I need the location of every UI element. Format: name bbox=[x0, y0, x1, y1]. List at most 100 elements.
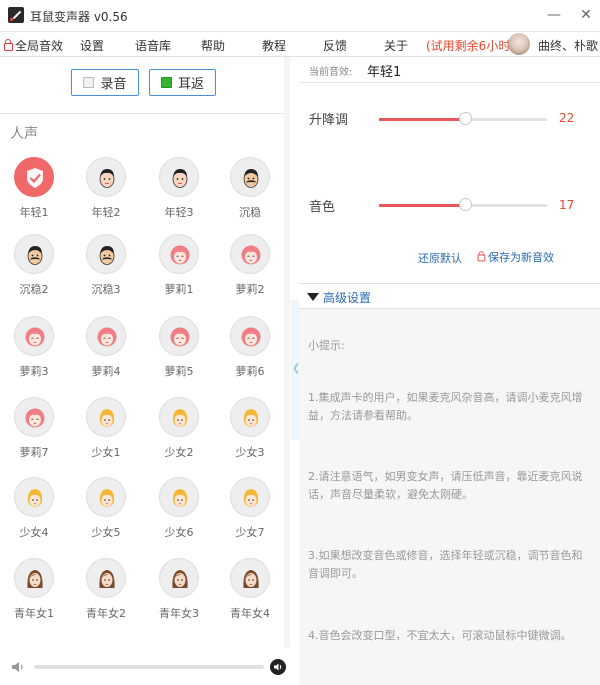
voice-item[interactable]: 萝莉1 bbox=[151, 234, 207, 297]
voice-name: 萝莉5 bbox=[164, 365, 194, 378]
menu-help[interactable]: 帮助 bbox=[201, 37, 225, 54]
voice-item[interactable]: 萝莉5 bbox=[151, 316, 207, 379]
timbre-label: 音色 bbox=[309, 200, 336, 215]
timbre-value: 17 bbox=[559, 198, 575, 212]
loli-girl-icon bbox=[14, 316, 54, 356]
scrollbar[interactable] bbox=[284, 57, 290, 685]
avatar[interactable] bbox=[508, 33, 530, 55]
voice-item[interactable]: 青年女3 bbox=[151, 558, 207, 621]
voice-name: 少女4 bbox=[19, 526, 49, 539]
brunette-woman-icon bbox=[159, 558, 199, 598]
loli-girl-icon bbox=[86, 316, 126, 356]
voice-item[interactable]: 少女2 bbox=[151, 397, 207, 460]
advanced-settings-toggle[interactable]: 高级设置 bbox=[299, 283, 600, 309]
menu-bar: 全局音效 设置 语音库 帮助 教程 反馈 关于 (试用剩余6小时) 曲终、朴歌 bbox=[0, 32, 600, 57]
loli-girl-icon bbox=[14, 397, 54, 437]
menu-about[interactable]: 关于 bbox=[384, 37, 408, 54]
menu-feedback[interactable]: 反馈 bbox=[323, 37, 347, 54]
volume-slider[interactable] bbox=[34, 665, 264, 669]
shield-check-icon bbox=[14, 157, 54, 197]
tip-2: 2.请注意语气，如男变女声，请压低声音，靠近麦克风说话，声音尽量柔软，避免太刚硬… bbox=[308, 470, 583, 501]
pitch-value: 22 bbox=[559, 111, 575, 125]
menu-settings[interactable]: 设置 bbox=[80, 37, 104, 54]
voice-name: 年轻2 bbox=[91, 206, 121, 219]
voice-panel: 录音 耳返 人声 年轻1 年轻2 年轻3 沉稳沉稳2 沉稳3 萝莉1 萝莉2 萝莉3 萝莉4 萝莉… bbox=[0, 57, 290, 685]
speaker-high-icon[interactable] bbox=[270, 659, 286, 675]
voice-item[interactable]: 少女1 bbox=[78, 397, 134, 460]
record-button[interactable]: 录音 bbox=[71, 69, 139, 96]
mustache-man-icon bbox=[230, 157, 270, 197]
title-bar: 耳鼠变声器 v0.56 — ✕ bbox=[0, 0, 600, 32]
voice-item[interactable]: 萝莉2 bbox=[222, 234, 278, 297]
voice-name: 沉稳 bbox=[239, 206, 261, 219]
trial-remaining[interactable]: (试用剩余6小时) bbox=[426, 37, 515, 54]
voice-item[interactable]: 年轻2 bbox=[78, 157, 134, 220]
voice-name: 萝莉2 bbox=[235, 283, 265, 296]
loli-girl-icon bbox=[230, 316, 270, 356]
loli-girl-icon bbox=[159, 316, 199, 356]
window-title: 耳鼠变声器 v0.56 bbox=[30, 10, 128, 24]
reset-default-link[interactable]: 还原默认 bbox=[418, 250, 462, 266]
voice-item[interactable]: 少女6 bbox=[151, 477, 207, 540]
voice-item[interactable]: 沉稳3 bbox=[78, 234, 134, 297]
voice-name: 少女2 bbox=[164, 446, 194, 459]
collapse-handle[interactable]: ❮ bbox=[291, 300, 300, 440]
mustache-man-icon bbox=[14, 234, 54, 274]
divider bbox=[0, 113, 290, 114]
voice-item[interactable]: 年轻3 bbox=[151, 157, 207, 220]
voice-item[interactable]: 青年女4 bbox=[222, 558, 278, 621]
save-new-effect-label: 保存为新音效 bbox=[488, 251, 554, 264]
monitor-button[interactable]: 耳返 bbox=[149, 69, 216, 96]
blonde-girl-icon bbox=[159, 477, 199, 517]
user-name[interactable]: 曲终、朴歌 bbox=[538, 37, 598, 54]
menu-voice-library[interactable]: 语音库 bbox=[135, 37, 171, 54]
checkbox-checked-icon bbox=[160, 77, 172, 88]
menu-tutorial[interactable]: 教程 bbox=[262, 37, 286, 54]
voice-item[interactable]: 年轻1 bbox=[6, 157, 62, 220]
brunette-woman-icon bbox=[14, 558, 54, 598]
blonde-girl-icon bbox=[14, 477, 54, 517]
divider bbox=[299, 82, 600, 83]
pitch-slider[interactable] bbox=[379, 112, 547, 125]
voice-name: 萝莉7 bbox=[19, 446, 49, 459]
mustache-man-icon bbox=[86, 234, 126, 274]
voice-item[interactable]: 沉稳 bbox=[222, 157, 278, 220]
voice-name: 青年女1 bbox=[14, 607, 54, 620]
voice-item[interactable]: 萝莉7 bbox=[6, 397, 62, 460]
voice-item[interactable]: 少女5 bbox=[78, 477, 134, 540]
blonde-girl-icon bbox=[86, 477, 126, 517]
speaker-low-icon[interactable] bbox=[10, 659, 26, 675]
category-label: 人声 bbox=[10, 126, 38, 142]
record-label: 录音 bbox=[100, 77, 127, 92]
blonde-girl-icon bbox=[230, 397, 270, 437]
minimize-icon[interactable]: — bbox=[542, 4, 566, 26]
voice-item[interactable]: 少女4 bbox=[6, 477, 62, 540]
advanced-settings-label: 高级设置 bbox=[323, 291, 372, 305]
voice-item[interactable]: 少女3 bbox=[222, 397, 278, 460]
voice-name: 青年女4 bbox=[230, 607, 270, 620]
timbre-slider-thumb[interactable] bbox=[458, 198, 472, 211]
voice-name: 萝莉4 bbox=[91, 365, 121, 378]
tips-panel: 小提示: 1.集成声卡的用户，如果麦克风杂音高，请调小麦克风增益，方法请参看帮助… bbox=[299, 309, 600, 685]
voice-item[interactable]: 沉稳2 bbox=[6, 234, 62, 297]
close-icon[interactable]: ✕ bbox=[574, 4, 598, 26]
voice-item[interactable]: 青年女2 bbox=[78, 558, 134, 621]
pitch-slider-thumb[interactable] bbox=[458, 112, 472, 125]
timbre-slider[interactable] bbox=[379, 198, 547, 211]
lock-icon bbox=[4, 39, 13, 51]
voice-name: 年轻3 bbox=[164, 206, 194, 219]
voice-item[interactable]: 少女7 bbox=[222, 477, 278, 540]
voice-item[interactable]: 青年女1 bbox=[6, 558, 62, 621]
voice-item[interactable]: 萝莉4 bbox=[78, 316, 134, 379]
voice-name: 年轻1 bbox=[19, 206, 49, 219]
voice-item[interactable]: 萝莉3 bbox=[6, 316, 62, 379]
settings-panel: 当前音效: 年轻1 升降调 22 音色 17 还原默认 保存为新音效 高级设置 … bbox=[299, 57, 600, 685]
menu-global-effects-label: 全局音效 bbox=[15, 39, 64, 53]
voice-item[interactable]: 萝莉6 bbox=[222, 316, 278, 379]
save-new-effect-link[interactable]: 保存为新音效 bbox=[477, 249, 554, 265]
menu-global-effects[interactable]: 全局音效 bbox=[4, 37, 63, 54]
voice-name: 少女7 bbox=[235, 526, 265, 539]
tip-3: 3.如果想改变音色或修音，选择年轻或沉稳，调节音色和音调即可。 bbox=[308, 549, 583, 580]
young-man-icon bbox=[86, 157, 126, 197]
loli-girl-icon bbox=[159, 234, 199, 274]
